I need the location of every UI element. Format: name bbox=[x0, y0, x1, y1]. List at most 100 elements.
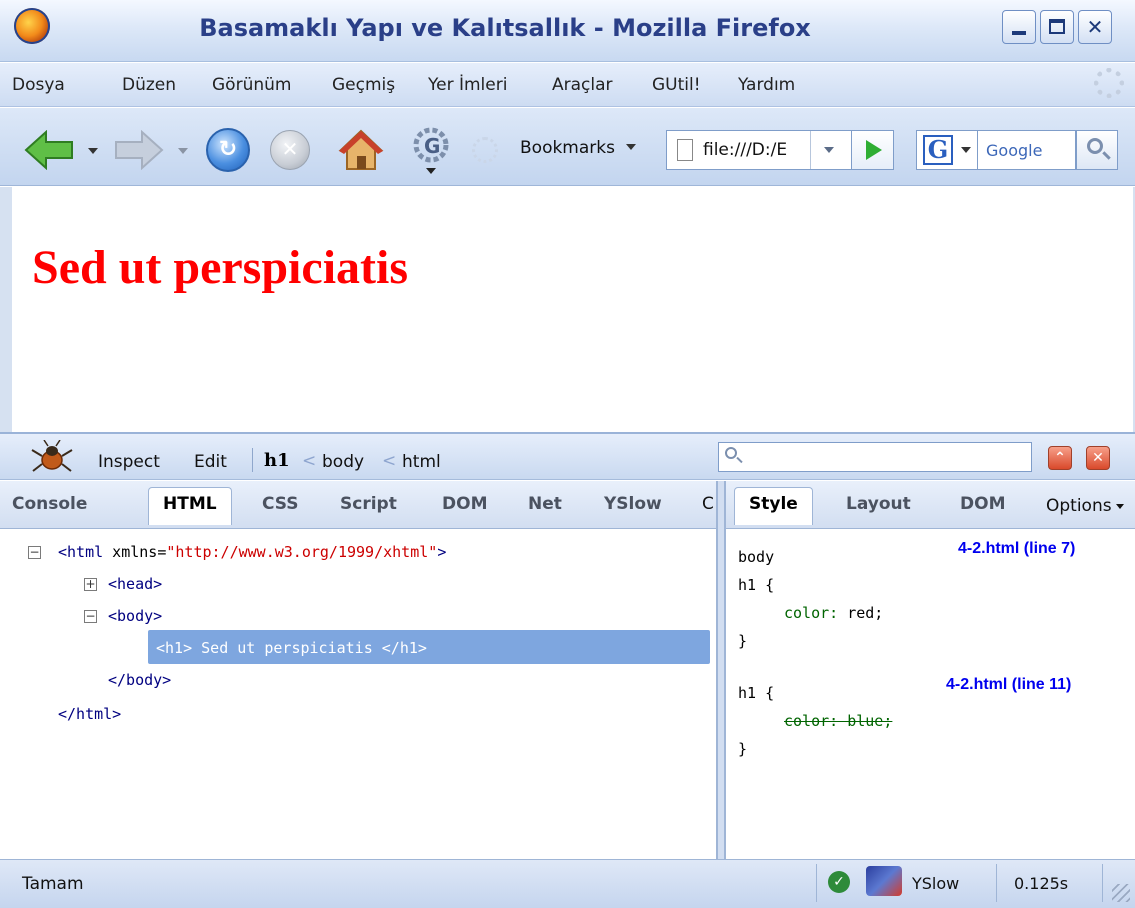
rule-2-overridden-declaration[interactable]: color: blue; bbox=[784, 712, 892, 730]
back-button[interactable] bbox=[24, 129, 76, 171]
rule-1-selector: h1 { bbox=[738, 576, 775, 594]
menu-gecmis[interactable]: Geçmiş bbox=[332, 75, 395, 95]
forward-button[interactable] bbox=[112, 129, 164, 171]
firebug-search-input[interactable] bbox=[718, 442, 1032, 472]
breadcrumb-separator: < bbox=[382, 451, 397, 471]
bookmarks-label: Bookmarks bbox=[520, 138, 615, 158]
chevron-down-icon bbox=[1115, 503, 1124, 509]
collapse-body-toggle[interactable]: − bbox=[84, 610, 97, 623]
close-button[interactable]: ✕ bbox=[1078, 10, 1112, 44]
status-bar bbox=[0, 859, 1135, 908]
page-icon bbox=[677, 139, 693, 161]
toolbar-separator bbox=[252, 448, 253, 472]
edit-button[interactable]: Edit bbox=[194, 452, 227, 472]
status-divider bbox=[816, 864, 817, 902]
reload-button[interactable]: ↻ bbox=[206, 128, 250, 172]
page-content-area bbox=[0, 187, 1135, 432]
status-divider bbox=[996, 864, 997, 902]
tab-yslow[interactable]: YSlow bbox=[604, 494, 662, 514]
tree-node-h1[interactable]: <h1> Sed ut perspiciatis </h1> bbox=[156, 639, 427, 657]
menu-gutil[interactable]: GUtil! bbox=[652, 75, 701, 95]
resize-grip-icon[interactable] bbox=[1112, 884, 1130, 902]
load-time: 0.125s bbox=[1014, 874, 1069, 893]
google-icon: G bbox=[923, 135, 953, 165]
svg-text:G: G bbox=[424, 134, 440, 158]
home-button[interactable] bbox=[338, 128, 384, 172]
menu-araclar[interactable]: Araçlar bbox=[552, 75, 613, 95]
breadcrumb-html[interactable]: html bbox=[402, 452, 441, 472]
tree-node-head[interactable]: <head> bbox=[108, 575, 162, 593]
attribute-value: "http://www.w3.org/1999/xhtml" bbox=[166, 543, 438, 561]
tab-layout[interactable]: Layout bbox=[846, 494, 911, 514]
window-title: Basamaklı Yapı ve Kalıtsallık - Mozilla … bbox=[199, 14, 811, 42]
menu-yer-imleri[interactable]: Yer İmleri bbox=[428, 75, 507, 95]
yslow-label[interactable]: YSlow bbox=[912, 874, 959, 893]
tab-script[interactable]: Script bbox=[340, 494, 397, 514]
maximize-icon bbox=[1049, 19, 1065, 34]
minimize-button[interactable] bbox=[1002, 10, 1036, 44]
menu-gorunum[interactable]: Görünüm bbox=[212, 75, 291, 95]
maximize-button[interactable] bbox=[1040, 10, 1074, 44]
rule-2-selector: h1 { bbox=[738, 684, 775, 702]
tab-dom[interactable]: DOM bbox=[442, 494, 487, 514]
search-button[interactable] bbox=[1076, 130, 1118, 170]
options-label: Options bbox=[1046, 496, 1112, 516]
search-icon bbox=[1087, 138, 1103, 154]
tree-node-html-close: </html> bbox=[58, 705, 122, 723]
search-placeholder: Google bbox=[986, 141, 1043, 160]
url-history-dropdown[interactable] bbox=[824, 147, 834, 153]
firebug-icon bbox=[31, 439, 73, 472]
tag-close: > bbox=[437, 543, 447, 561]
inspect-button[interactable]: Inspect bbox=[98, 452, 160, 472]
home-icon bbox=[338, 129, 384, 170]
back-arrow-icon bbox=[24, 129, 73, 171]
rule-1-context: body bbox=[738, 548, 775, 566]
rule-1-source-link[interactable]: 4-2.html (line 7) bbox=[958, 540, 1075, 558]
firebug-menu-button[interactable] bbox=[30, 439, 74, 474]
css-value: red; bbox=[838, 604, 884, 622]
breadcrumb-body[interactable]: body bbox=[322, 452, 364, 472]
menu-duzen[interactable]: Düzen bbox=[122, 75, 176, 95]
status-divider bbox=[1102, 864, 1103, 902]
tree-node-body[interactable]: <body> bbox=[108, 607, 162, 625]
collapse-html-toggle[interactable]: − bbox=[28, 546, 41, 559]
rule-2-source-link[interactable]: 4-2.html (line 11) bbox=[946, 676, 1071, 694]
url-dropdown-divider bbox=[810, 131, 811, 169]
rule-1-declaration[interactable]: color: red; bbox=[784, 604, 883, 622]
detach-firebug-button[interactable]: ⌃ bbox=[1048, 446, 1072, 470]
tab-css[interactable]: CSS bbox=[262, 494, 299, 514]
tab-net[interactable]: Net bbox=[528, 494, 562, 514]
search-engine-selector[interactable]: G bbox=[916, 130, 978, 170]
forward-history-dropdown[interactable] bbox=[178, 148, 188, 154]
tree-node-html[interactable]: <html xmlns="http://www.w3.org/1999/xhtm… bbox=[58, 543, 446, 561]
title-bar: Basamaklı Yapı ve Kalıtsallık - Mozilla … bbox=[0, 0, 1135, 62]
gutil-button[interactable]: G bbox=[412, 126, 450, 176]
menu-yardim[interactable]: Yardım bbox=[738, 75, 795, 95]
tab-side-dom[interactable]: DOM bbox=[960, 494, 1005, 514]
panel-splitter[interactable] bbox=[716, 481, 726, 859]
search-icon bbox=[725, 447, 737, 459]
css-property: color: bbox=[784, 604, 839, 622]
menu-dosya[interactable]: Dosya bbox=[12, 75, 65, 95]
stop-button[interactable]: ✕ bbox=[270, 130, 310, 170]
chevron-down-icon bbox=[961, 147, 971, 153]
url-bar[interactable]: file:///D:/E bbox=[666, 130, 852, 170]
breadcrumb-h1[interactable]: h1 bbox=[264, 450, 290, 471]
search-input[interactable]: Google bbox=[978, 130, 1076, 170]
back-history-dropdown[interactable] bbox=[88, 148, 98, 154]
tab-style[interactable]: Style bbox=[734, 487, 813, 525]
tab-html[interactable]: HTML bbox=[148, 487, 232, 525]
close-icon: ✕ bbox=[1086, 15, 1104, 39]
side-panel-tabs: Style Layout DOM Options bbox=[726, 481, 1135, 529]
check-icon[interactable]: ✓ bbox=[828, 871, 850, 893]
tab-console[interactable]: Console bbox=[12, 494, 87, 514]
rule-2-close: } bbox=[738, 740, 748, 758]
close-firebug-button[interactable]: ✕ bbox=[1086, 446, 1110, 470]
style-panel bbox=[726, 530, 1135, 859]
options-menu[interactable]: Options bbox=[1046, 496, 1124, 516]
expand-head-toggle[interactable]: + bbox=[84, 578, 97, 591]
bookmarks-button[interactable]: Bookmarks bbox=[520, 138, 637, 158]
yslow-icon[interactable] bbox=[866, 866, 902, 896]
reload-icon: ↻ bbox=[218, 137, 238, 162]
tab-overflow[interactable]: C bbox=[702, 494, 714, 514]
